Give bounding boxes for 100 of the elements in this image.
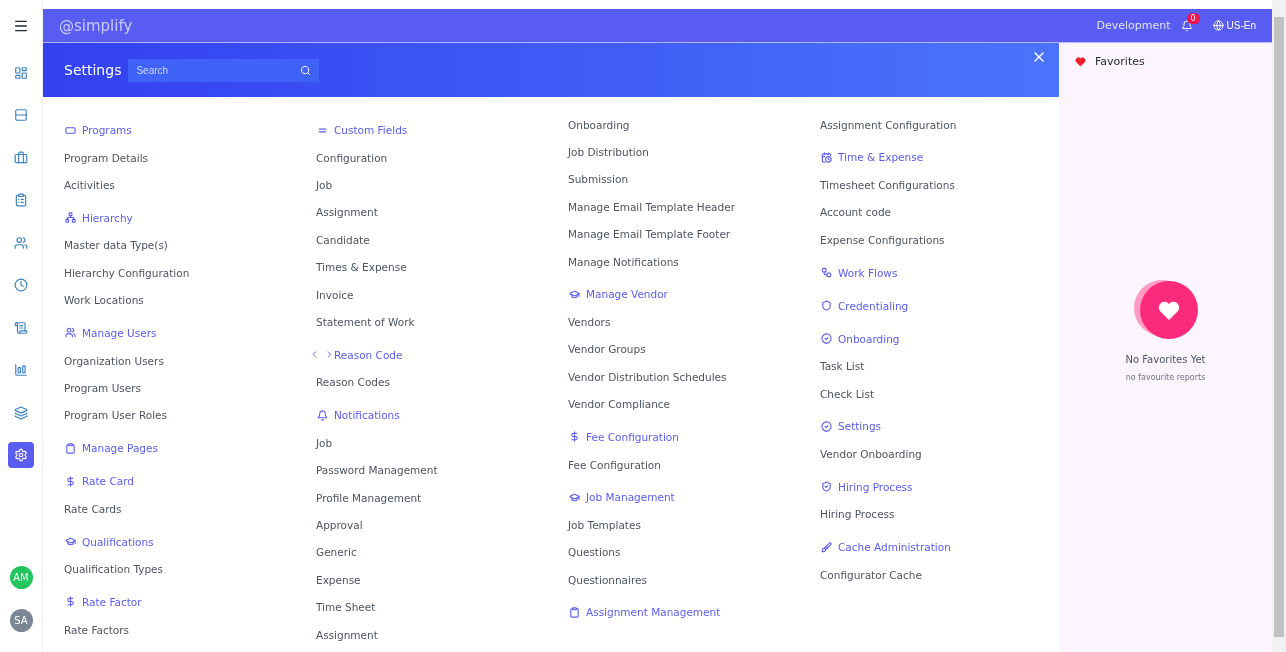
section-heading[interactable]: Credentialing — [820, 291, 909, 320]
settings-link[interactable]: Invoice — [316, 280, 354, 309]
settings-icon — [14, 448, 28, 462]
settings-link[interactable]: Approval — [316, 511, 363, 539]
settings-link[interactable]: Submission — [568, 165, 629, 194]
settings-link[interactable]: Password Management — [316, 456, 438, 484]
rows-icon — [14, 108, 28, 122]
settings-link[interactable]: Manage Notifications — [568, 247, 679, 276]
settings-link[interactable]: Work Locations — [64, 286, 144, 314]
settings-link[interactable]: Account code — [820, 198, 892, 227]
settings-link[interactable]: Assignment — [316, 620, 378, 649]
settings-link[interactable]: Configuration — [316, 144, 388, 172]
rectangle-icon — [64, 124, 76, 136]
settings-link[interactable]: Manage Email Template Footer — [568, 220, 731, 248]
settings-link[interactable]: Fee Configuration — [568, 450, 661, 479]
chart-icon — [14, 363, 28, 377]
settings-link[interactable]: Generic — [316, 538, 357, 567]
sidebar-button[interactable] — [8, 442, 34, 468]
section-heading[interactable]: Qualifications — [64, 527, 154, 556]
settings-link[interactable]: Reason Codes — [316, 368, 390, 397]
section-heading[interactable]: Manage Pages — [64, 434, 158, 463]
settings-link[interactable]: Job Templates — [568, 511, 641, 539]
settings-link[interactable]: Organization Users — [64, 346, 164, 375]
section-heading[interactable]: Work Flows — [820, 258, 898, 287]
user-avatar[interactable]: SA — [9, 609, 33, 632]
section-heading[interactable]: Custom Fields — [316, 116, 408, 144]
section-heading[interactable]: Programs — [64, 116, 132, 144]
settings-link[interactable]: Expense — [316, 566, 361, 594]
dashboard-icon — [14, 65, 28, 80]
settings-link[interactable]: Vendor Groups — [568, 335, 646, 364]
settings-link[interactable]: Manage Email Template Header — [568, 193, 735, 221]
settings-link[interactable]: Program User Roles — [64, 401, 167, 430]
settings-link[interactable]: Rate Cards — [64, 495, 122, 523]
layers-icon — [14, 405, 28, 420]
settings-link[interactable]: Task List — [820, 352, 865, 380]
search-field[interactable]: Search — [128, 58, 320, 82]
section-heading[interactable]: Rate Card — [64, 467, 134, 496]
settings-link[interactable]: Vendor Compliance — [568, 390, 671, 418]
settings-link[interactable]: Qualification Types — [64, 555, 164, 583]
settings-link[interactable]: Rate Factors — [64, 615, 130, 644]
settings-link[interactable]: Configurator Cache — [820, 561, 922, 589]
settings-link[interactable]: Assignment — [316, 198, 378, 227]
settings-link[interactable]: Questions — [568, 538, 621, 567]
brush-icon — [820, 541, 832, 553]
section-heading[interactable]: Hierarchy — [64, 203, 133, 232]
dollar-icon — [64, 475, 76, 487]
settings-link[interactable]: Hierarchy Configuration — [64, 259, 190, 287]
settings-link[interactable]: Hiring Process — [820, 500, 895, 529]
section-heading[interactable]: Settings — [820, 412, 882, 441]
settings-link[interactable]: Vendors — [568, 308, 611, 336]
section-heading[interactable]: Onboarding — [820, 324, 900, 353]
settings-link[interactable]: Check List — [820, 379, 874, 408]
settings-link[interactable]: Program Users — [64, 374, 142, 402]
heart-circle-icon — [1133, 280, 1198, 340]
language-button[interactable]: US-En — [1212, 20, 1256, 31]
settings-link[interactable]: Time Sheet — [316, 593, 376, 621]
settings-link[interactable]: Candidate — [316, 226, 370, 254]
empty-title: No Favorites Yet — [1125, 354, 1206, 365]
menu-icon[interactable] — [13, 18, 29, 34]
settings-link[interactable]: Master data Type(s) — [64, 231, 168, 260]
bell-icon — [316, 409, 328, 421]
section-heading[interactable]: Fee Configuration — [568, 422, 679, 451]
dollar-icon — [568, 431, 580, 443]
settings-link[interactable]: Job — [316, 171, 333, 199]
calendar-clock-icon — [820, 151, 832, 163]
section-heading[interactable]: Assignment Management — [568, 598, 721, 627]
settings-link[interactable]: Timesheet Configurations — [820, 171, 955, 199]
bell-icon[interactable] — [1180, 19, 1193, 32]
settings-link[interactable]: Acitivities — [64, 171, 115, 199]
section-heading[interactable]: Hiring Process — [820, 472, 913, 501]
settings-link[interactable]: Times & Expense — [316, 253, 407, 281]
search-icon[interactable] — [300, 64, 312, 76]
settings-link[interactable]: Onboarding — [568, 111, 630, 139]
settings-title: Settings — [64, 62, 122, 78]
section-heading[interactable]: Manage Vendor — [568, 280, 668, 309]
section-heading[interactable]: Job Management — [568, 483, 675, 512]
favorites-title: Favorites — [1095, 55, 1145, 68]
settings-link[interactable]: Questionnaires — [568, 566, 647, 594]
section-heading[interactable]: Cache Administration — [820, 533, 951, 562]
receipt-icon — [14, 320, 28, 335]
section-heading[interactable]: Manage Users — [64, 318, 157, 347]
users-icon — [14, 235, 28, 250]
scrollbar[interactable] — [1272, 0, 1286, 652]
settings-link[interactable]: Expense Configurations — [820, 226, 945, 254]
section-heading[interactable]: Notifications — [316, 401, 400, 430]
settings-link[interactable]: Statement of Work — [316, 308, 415, 336]
settings-link[interactable]: Program Details — [64, 144, 149, 172]
settings-link[interactable]: Job — [316, 429, 333, 457]
settings-link[interactable]: Assignment Configuration — [820, 111, 957, 139]
environment-label: Development — [1096, 19, 1171, 32]
settings-link[interactable]: Job Distribution — [568, 138, 649, 166]
settings-link[interactable]: Vendor Distribution Schedules — [568, 363, 727, 391]
heart-icon — [1075, 56, 1086, 67]
section-heading[interactable]: Rate Factor — [64, 587, 142, 616]
settings-link[interactable]: Profile Management — [316, 483, 422, 512]
check-circle-icon — [820, 420, 832, 432]
briefcase-icon — [14, 150, 28, 165]
section-heading[interactable]: Time & Expense — [820, 143, 924, 172]
graduation-cap-icon — [568, 288, 580, 300]
settings-link[interactable]: Vendor Onboarding — [820, 440, 922, 468]
